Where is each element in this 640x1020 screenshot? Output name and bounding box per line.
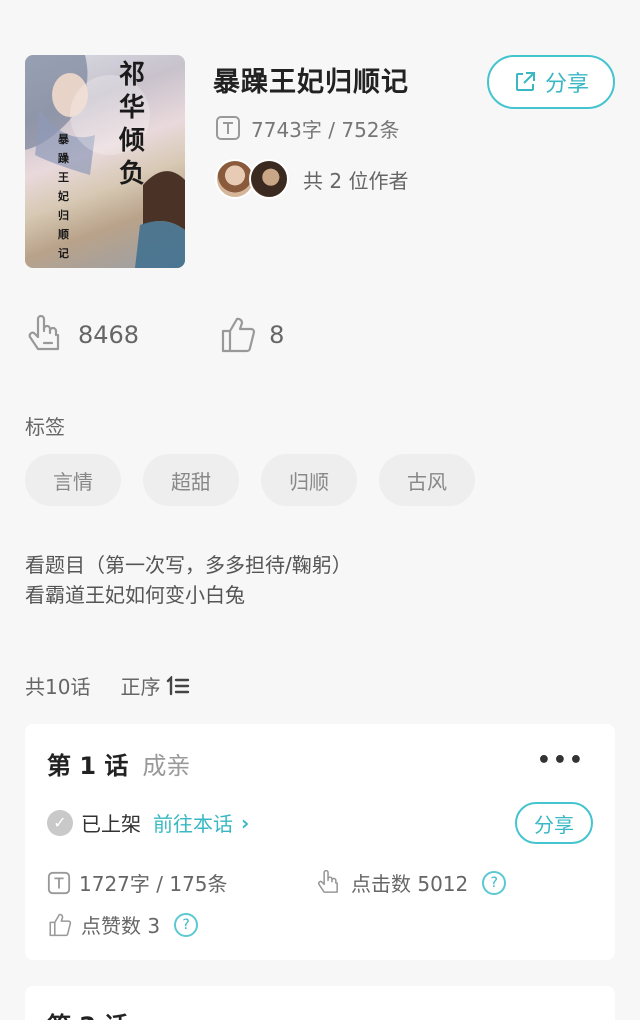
thumb-count[interactable]: 8 (219, 315, 284, 355)
tags-heading: 标签 (25, 415, 65, 439)
engagement-row: 8468 8 (28, 315, 284, 355)
tag-chip[interactable]: 归顺 (261, 454, 357, 506)
authors-row[interactable]: 共 2 位作者 (215, 158, 408, 200)
cover-title-text: 祁华倾负 (119, 60, 146, 189)
thumb-up-icon (49, 913, 72, 936)
goto-chapter-link[interactable]: 前往本话 (153, 808, 233, 837)
tag-chip[interactable]: 超甜 (143, 454, 239, 506)
click-hand-icon (28, 315, 60, 351)
chapter-share-button[interactable]: 分享 (515, 802, 593, 844)
sort-order-toggle[interactable]: 正序 (120, 671, 190, 700)
share-button[interactable]: 分享 (487, 55, 615, 109)
thumb-up-icon (221, 317, 256, 353)
help-icon[interactable]: ? (174, 912, 199, 937)
cover-illustration (25, 55, 185, 268)
chapter-likes-text: 点赞数 3 (81, 914, 161, 938)
chapter-heading: 第 1 话 成亲 (47, 746, 190, 781)
chapter-clicks: 点击数 5012 ? (317, 868, 507, 897)
sort-order-label: 正序 (120, 675, 161, 699)
description-line: 看题目（第一次写，多多担待/鞠躬） (25, 553, 352, 577)
tag-chip[interactable]: 言情 (25, 454, 121, 506)
share-button-label: 分享 (544, 72, 589, 97)
more-options-icon[interactable]: ••• (537, 748, 585, 773)
click-count-value: 8468 (78, 321, 140, 349)
chapter-title: 成亲 (142, 752, 191, 780)
chapter-likes: 点赞数 3 ? (47, 910, 199, 939)
book-description: 看题目（第一次写，多多担待/鞠躬） 看霸道王妃如何变小白兔 (25, 550, 352, 610)
tag-list: 言情 超甜 归顺 古风 (25, 454, 475, 506)
help-icon[interactable]: ? (482, 870, 507, 895)
click-hand-icon (317, 869, 338, 893)
tag-chip[interactable]: 古风 (379, 454, 475, 506)
word-stats: 7743字 / 752条 (215, 113, 400, 143)
chapter-number: 第 2 话 (47, 1006, 128, 1020)
chapter-status: 已上架 (81, 812, 141, 836)
description-line: 看霸道王妃如何变小白兔 (25, 583, 245, 607)
text-count-icon (47, 871, 71, 894)
sort-ascending-icon (167, 675, 190, 695)
chapter-count: 共10话 (25, 675, 91, 699)
book-cover[interactable]: 祁华倾负 暴躁王妃归顺记 (25, 55, 185, 268)
book-detail-page: 祁华倾负 暴躁王妃归顺记 暴躁王妃归顺记 分享 7743字 / 752条 共 2… (0, 0, 640, 1020)
book-title: 暴躁王妃归顺记 (213, 67, 409, 98)
chapter-word-stats-text: 1727字 / 175条 (79, 872, 228, 896)
chapter-card[interactable]: 第 2 话 (25, 986, 615, 1020)
chapter-number: 第 1 话 (47, 752, 129, 780)
chevron-right-icon: › (241, 810, 250, 835)
chapter-clicks-text: 点击数 5012 (351, 872, 469, 896)
share-icon (515, 72, 535, 91)
click-count[interactable]: 8468 (28, 315, 139, 355)
chapter-card[interactable]: 第 1 话 成亲 ••• ✓ 已上架 前往本话 › 分享 1727字 / 175… (25, 724, 615, 960)
text-count-icon (216, 116, 240, 140)
check-circle-icon: ✓ (47, 809, 73, 836)
chapter-toolbar: 共10话 正序 (25, 671, 190, 700)
author-avatar[interactable] (249, 159, 289, 199)
chapter-status-row: ✓ 已上架 前往本话 › (47, 808, 249, 837)
authors-count: 共 2 位作者 (303, 168, 409, 193)
thumb-count-value: 8 (269, 321, 285, 349)
cover-subtitle-text: 暴躁王妃归顺记 (58, 133, 69, 260)
word-stats-text: 7743字 / 752条 (251, 117, 400, 142)
chapter-word-stats: 1727字 / 175条 (47, 868, 228, 897)
